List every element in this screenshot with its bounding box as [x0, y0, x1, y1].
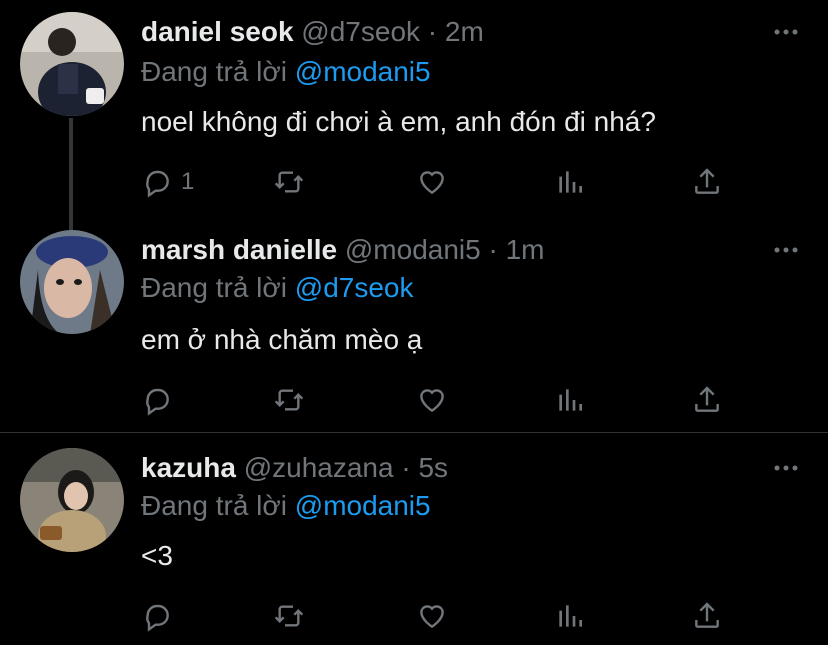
share-button[interactable] [691, 380, 723, 420]
analytics-icon [559, 389, 582, 411]
analytics-button[interactable] [554, 596, 586, 636]
display-name[interactable]: kazuha [141, 452, 236, 483]
analytics-icon [559, 605, 582, 627]
timestamp[interactable]: 1m [506, 234, 545, 265]
reply-count: 1 [181, 168, 195, 195]
like-icon [420, 171, 444, 195]
timestamp[interactable]: 5s [418, 452, 448, 483]
like-button[interactable] [416, 162, 448, 202]
mention-link[interactable]: @modani5 [295, 490, 431, 521]
share-icon [695, 168, 719, 194]
like-button[interactable] [416, 596, 448, 636]
reply-button[interactable] [141, 596, 181, 636]
separator-dot: · [401, 452, 411, 483]
tweet-divider [0, 432, 828, 433]
replying-prefix: Đang trả lời [141, 56, 287, 87]
tweet-actions: 1 [141, 162, 741, 202]
separator-dot: · [488, 234, 498, 265]
reply-button[interactable] [141, 380, 181, 420]
retweet-icon [274, 171, 304, 193]
user-handle[interactable]: @zuhazana [244, 452, 394, 483]
replying-to: Đang trả lời @d7seok [141, 270, 413, 306]
replying-prefix: Đang trả lời [141, 490, 287, 521]
tweet-header: marsh danielle @modani5 · 1m [141, 232, 545, 268]
tweet-text: noel không đi chơi à em, anh đón đi nhá? [141, 106, 656, 137]
share-button[interactable] [691, 162, 723, 202]
user-handle[interactable]: @modani5 [345, 234, 481, 265]
display-name[interactable]: daniel seok [141, 16, 294, 47]
mention-link[interactable]: @modani5 [295, 56, 431, 87]
tweet-daniel-seok[interactable]: daniel seok @d7seok · 2m Đang trả lời @m… [0, 12, 828, 212]
share-icon [695, 386, 719, 412]
timestamp[interactable]: 2m [445, 16, 484, 47]
tweet-actions [141, 596, 741, 636]
analytics-button[interactable] [554, 380, 586, 420]
reply-icon [146, 170, 169, 198]
share-icon [695, 602, 719, 628]
analytics-button[interactable] [554, 162, 586, 202]
replying-prefix: Đang trả lời [141, 272, 287, 303]
separator-dot: · [427, 16, 438, 47]
mention-link[interactable]: @d7seok [295, 272, 414, 303]
like-button[interactable] [416, 380, 448, 420]
replying-to: Đang trả lời @modani5 [141, 488, 431, 524]
reply-button[interactable]: 1 [141, 162, 194, 202]
tweet-header: daniel seok @d7seok · 2m [141, 14, 484, 50]
retweet-button[interactable] [273, 596, 305, 636]
avatar[interactable] [20, 230, 124, 334]
display-name[interactable]: marsh danielle [141, 234, 337, 265]
retweet-button[interactable] [273, 380, 305, 420]
like-icon [420, 389, 444, 413]
tweet-kazuha[interactable]: kazuha @zuhazana · 5s Đang trả lời @moda… [0, 448, 828, 645]
tweet-marsh-danielle[interactable]: marsh danielle @modani5 · 1m Đang trả lờ… [0, 230, 828, 430]
retweet-icon [274, 389, 304, 411]
tweet-actions [141, 380, 741, 420]
more-options-icon[interactable] [772, 18, 800, 46]
avatar[interactable] [20, 448, 124, 552]
tweet-header: kazuha @zuhazana · 5s [141, 450, 448, 486]
avatar[interactable] [20, 12, 124, 116]
retweet-button[interactable] [273, 162, 305, 202]
more-options-icon[interactable] [772, 236, 800, 264]
tweet-text: em ở nhà chăm mèo ạ [141, 324, 423, 355]
like-icon [420, 605, 444, 629]
tweet-text: <3 [141, 540, 173, 571]
analytics-icon [559, 171, 582, 193]
share-button[interactable] [691, 596, 723, 636]
reply-icon [146, 388, 169, 416]
reply-icon [146, 604, 169, 632]
retweet-icon [274, 605, 304, 627]
more-options-icon[interactable] [772, 454, 800, 482]
user-handle[interactable]: @d7seok [301, 16, 420, 47]
replying-to: Đang trả lời @modani5 [141, 54, 431, 90]
